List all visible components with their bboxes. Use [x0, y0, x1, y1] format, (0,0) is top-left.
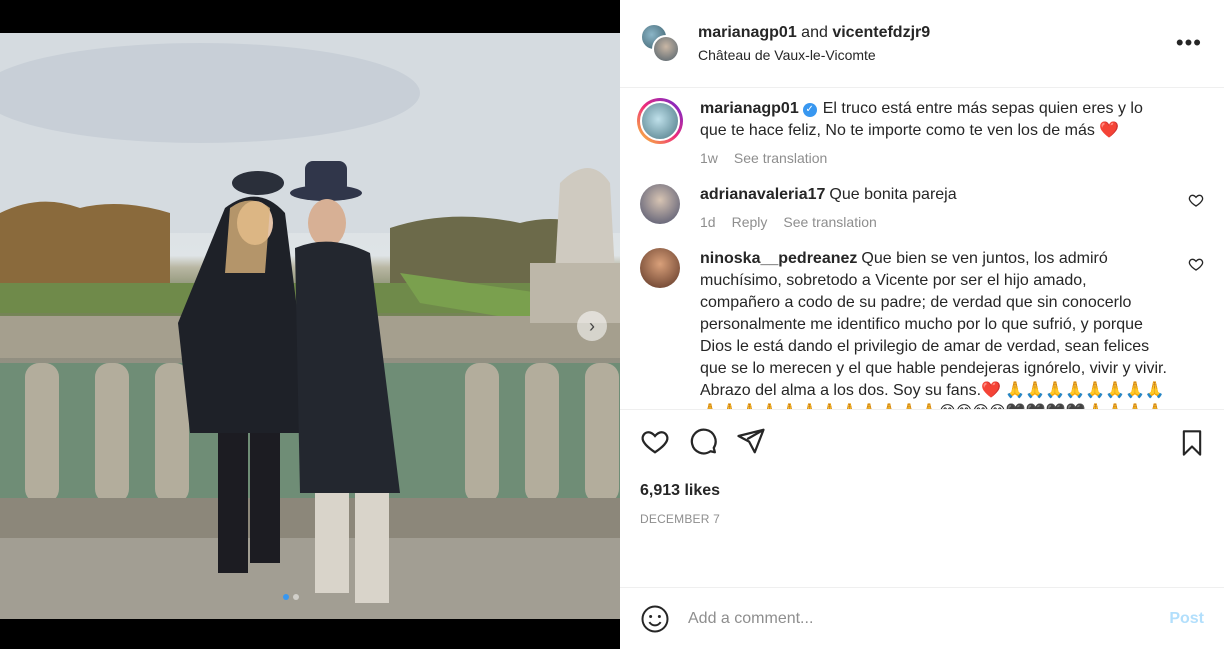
see-translation-link[interactable]: See translation: [734, 150, 827, 166]
author-line: marianagp01 and vicentefdzjr9: [698, 24, 930, 42]
comment-text: Que bonita pareja: [829, 186, 957, 203]
post-modal: › marianagp01 and vicentefdzjr9 Château …: [0, 0, 1224, 649]
collaborator-username[interactable]: vicentefdzjr9: [832, 24, 930, 41]
carousel-next-button[interactable]: ›: [577, 311, 607, 341]
comment-meta: 1d Reply See translation: [700, 214, 1168, 230]
avatar: [652, 34, 680, 63]
carousel-dot: [283, 594, 289, 600]
carousel-dot: [293, 594, 299, 600]
comments-list: marianagp01 ✓ El truco está entre más sepa…: [620, 88, 1224, 409]
caption-body: marianagp01 ✓ El truco está entre más sepa…: [700, 98, 1204, 166]
chevron-right-icon: ›: [589, 315, 595, 336]
post-location[interactable]: Château de Vaux-le-Vicomte: [698, 47, 930, 63]
avatar[interactable]: [640, 184, 680, 224]
see-translation-link[interactable]: See translation: [783, 214, 876, 230]
comment-username[interactable]: marianagp01: [700, 100, 799, 117]
comment-body: adrianavaleria17 Que bonita pareja 1d Rep…: [700, 184, 1204, 230]
comment-username[interactable]: adrianavaleria17: [700, 186, 825, 203]
author-joiner: and: [801, 24, 828, 41]
emoji-icon[interactable]: [640, 604, 670, 634]
avatar[interactable]: [637, 98, 683, 144]
like-comment-heart-icon[interactable]: [1188, 192, 1204, 208]
collab-avatars[interactable]: [640, 22, 682, 65]
comment-text: Que bien se ven juntos, los admiró muchí…: [700, 250, 1167, 409]
header-text: marianagp01 and vicentefdzjr9 Château de…: [698, 24, 930, 63]
bookmark-icon[interactable]: [1178, 428, 1206, 458]
verified-icon: ✓: [802, 103, 817, 117]
post-sidebar: marianagp01 and vicentefdzjr9 Château de…: [620, 0, 1224, 649]
caption-text: marianagp01 ✓ El truco está entre más sepa…: [700, 98, 1168, 142]
comment-input[interactable]: [688, 609, 1170, 628]
likes-count[interactable]: 6,913 likes: [640, 482, 1204, 500]
post-date: DECEMBER 7: [640, 512, 721, 526]
post-media: ›: [0, 0, 620, 649]
comment-content: ninoska__pedreanez Que bien se ven juntos…: [700, 248, 1168, 409]
comment-item: adrianavaleria17 Que bonita pareja 1d Rep…: [640, 184, 1204, 230]
comment-time[interactable]: 1d: [700, 214, 716, 230]
comment-icon[interactable]: [688, 426, 718, 456]
action-icons: [640, 424, 1204, 458]
post-button[interactable]: Post: [1169, 610, 1204, 628]
comment-content: adrianavaleria17 Que bonita pareja: [700, 184, 1168, 206]
caption: marianagp01 ✓ El truco está entre más sepa…: [637, 98, 1204, 166]
comment-username[interactable]: ninoska__pedreanez: [700, 250, 857, 267]
photo-illustration: [0, 33, 620, 619]
more-options-button[interactable]: •••: [1176, 30, 1202, 56]
reply-link[interactable]: Reply: [732, 214, 768, 230]
comment-body: ninoska__pedreanez Que bien se ven juntos…: [700, 248, 1204, 409]
avatar[interactable]: [640, 248, 680, 288]
comment-meta: 1w See translation: [700, 150, 1168, 166]
comment-composer: Post: [620, 587, 1224, 649]
like-comment-heart-icon[interactable]: [1188, 256, 1204, 272]
post-photo[interactable]: [0, 33, 620, 619]
share-icon[interactable]: [736, 426, 766, 456]
heart-icon[interactable]: [640, 426, 670, 456]
post-actions: 6,913 likes DECEMBER 7: [620, 409, 1224, 587]
post-header: marianagp01 and vicentefdzjr9 Château de…: [620, 0, 1224, 88]
comment-item: ninoska__pedreanez Que bien se ven juntos…: [640, 248, 1204, 409]
author-username[interactable]: marianagp01: [698, 24, 797, 41]
more-icon: •••: [1175, 30, 1202, 55]
carousel-indicator: [283, 594, 299, 600]
comment-time[interactable]: 1w: [700, 150, 718, 166]
